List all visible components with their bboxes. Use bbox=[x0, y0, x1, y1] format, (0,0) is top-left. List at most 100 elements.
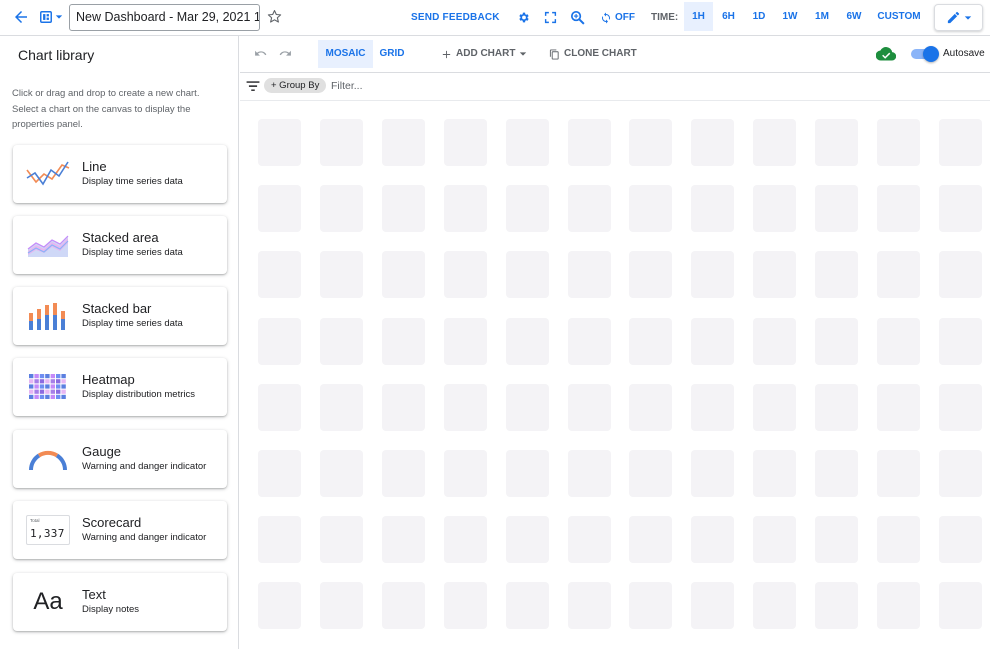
canvas-grid-cell[interactable] bbox=[319, 119, 363, 166]
back-arrow-icon[interactable] bbox=[12, 8, 30, 26]
chart-card-line[interactable]: Line Display time series data bbox=[13, 145, 227, 203]
canvas-grid-cell[interactable] bbox=[753, 317, 797, 365]
canvas-grid-cell[interactable] bbox=[938, 450, 982, 497]
canvas-grid-cell[interactable] bbox=[319, 516, 363, 564]
canvas-grid-cell[interactable] bbox=[877, 450, 920, 497]
time-option-1d[interactable]: 1D bbox=[747, 2, 771, 31]
canvas-grid-cell[interactable] bbox=[815, 516, 859, 564]
canvas-grid-cell[interactable] bbox=[938, 185, 982, 233]
time-option-1w[interactable]: 1W bbox=[777, 2, 803, 31]
canvas-grid-cell[interactable] bbox=[753, 516, 797, 564]
chart-card-heatmap[interactable]: Heatmap Display distribution metrics bbox=[13, 358, 227, 416]
canvas-grid-cell[interactable] bbox=[505, 251, 549, 299]
canvas-grid-cell[interactable] bbox=[567, 516, 611, 564]
canvas-grid-cell[interactable] bbox=[691, 582, 735, 630]
canvas-grid-cell[interactable] bbox=[505, 383, 549, 431]
clone-chart-button[interactable]: CLONE CHART bbox=[549, 40, 637, 68]
chart-card-stacked-area[interactable]: Stacked area Display time series data bbox=[13, 216, 227, 274]
settings-gear-icon[interactable] bbox=[517, 11, 530, 24]
time-option-custom[interactable]: CUSTOM bbox=[874, 2, 924, 31]
canvas-grid-cell[interactable] bbox=[877, 185, 920, 233]
canvas-grid-cell[interactable] bbox=[815, 119, 859, 166]
time-option-1h[interactable]: 1H bbox=[684, 2, 713, 31]
star-icon[interactable] bbox=[267, 9, 282, 24]
dashboard-canvas[interactable] bbox=[240, 101, 990, 649]
canvas-grid-cell[interactable] bbox=[505, 317, 549, 365]
canvas-grid-cell[interactable] bbox=[629, 516, 673, 564]
redo-icon[interactable] bbox=[279, 47, 292, 60]
canvas-grid-cell[interactable] bbox=[938, 119, 982, 166]
canvas-grid-cell[interactable] bbox=[258, 516, 301, 564]
canvas-grid-cell[interactable] bbox=[629, 251, 673, 299]
canvas-grid-cell[interactable] bbox=[877, 251, 920, 299]
canvas-grid-cell[interactable] bbox=[319, 317, 363, 365]
canvas-grid-cell[interactable] bbox=[381, 119, 425, 166]
canvas-grid-cell[interactable] bbox=[567, 185, 611, 233]
group-by-chip[interactable]: + Group By bbox=[264, 78, 327, 93]
canvas-grid-cell[interactable] bbox=[505, 450, 549, 497]
canvas-grid-cell[interactable] bbox=[629, 450, 673, 497]
canvas-grid-cell[interactable] bbox=[629, 119, 673, 166]
canvas-grid-cell[interactable] bbox=[938, 317, 982, 365]
canvas-grid-cell[interactable] bbox=[567, 251, 611, 299]
canvas-grid-cell[interactable] bbox=[691, 317, 735, 365]
canvas-grid-cell[interactable] bbox=[629, 185, 673, 233]
edit-mode-button[interactable] bbox=[934, 4, 983, 31]
canvas-grid-cell[interactable] bbox=[815, 582, 859, 630]
canvas-grid-cell[interactable] bbox=[629, 317, 673, 365]
canvas-grid-cell[interactable] bbox=[753, 383, 797, 431]
canvas-grid-cell[interactable] bbox=[443, 383, 487, 431]
canvas-grid-cell[interactable] bbox=[753, 119, 797, 166]
chart-card-stacked-bar[interactable]: Stacked bar Display time series data bbox=[13, 287, 227, 345]
canvas-grid-cell[interactable] bbox=[258, 582, 301, 630]
canvas-grid-cell[interactable] bbox=[691, 185, 735, 233]
canvas-grid-cell[interactable] bbox=[815, 450, 859, 497]
canvas-grid-cell[interactable] bbox=[629, 383, 673, 431]
canvas-grid-cell[interactable] bbox=[443, 450, 487, 497]
add-chart-button[interactable]: ADD CHART bbox=[441, 40, 527, 68]
canvas-grid-cell[interactable] bbox=[753, 582, 797, 630]
canvas-grid-cell[interactable] bbox=[753, 185, 797, 233]
time-option-6w[interactable]: 6W bbox=[841, 2, 867, 31]
canvas-grid-cell[interactable] bbox=[443, 317, 487, 365]
chart-card-scorecard[interactable]: Total 1,337 Scorecard Warning and danger… bbox=[13, 501, 227, 559]
canvas-grid-cell[interactable] bbox=[938, 251, 982, 299]
canvas-grid-cell[interactable] bbox=[877, 582, 920, 630]
layout-mosaic-button[interactable]: MOSAIC bbox=[318, 40, 373, 68]
canvas-grid-cell[interactable] bbox=[938, 516, 982, 564]
auto-refresh-button[interactable]: OFF bbox=[600, 0, 635, 35]
canvas-grid-cell[interactable] bbox=[877, 317, 920, 365]
canvas-grid-cell[interactable] bbox=[505, 185, 549, 233]
canvas-grid-cell[interactable] bbox=[567, 317, 611, 365]
zoom-search-icon[interactable] bbox=[569, 9, 586, 26]
canvas-grid-cell[interactable] bbox=[258, 383, 301, 431]
canvas-grid-cell[interactable] bbox=[443, 251, 487, 299]
canvas-grid-cell[interactable] bbox=[629, 582, 673, 630]
canvas-grid-cell[interactable] bbox=[258, 450, 301, 497]
canvas-grid-cell[interactable] bbox=[877, 119, 920, 166]
canvas-grid-cell[interactable] bbox=[258, 119, 301, 166]
canvas-grid-cell[interactable] bbox=[381, 383, 425, 431]
canvas-grid-cell[interactable] bbox=[443, 119, 487, 166]
canvas-grid-cell[interactable] bbox=[938, 383, 982, 431]
canvas-grid-cell[interactable] bbox=[319, 383, 363, 431]
canvas-grid-cell[interactable] bbox=[258, 251, 301, 299]
canvas-grid-cell[interactable] bbox=[877, 516, 920, 564]
canvas-grid-cell[interactable] bbox=[691, 251, 735, 299]
layout-grid-button[interactable]: GRID bbox=[376, 40, 408, 68]
canvas-grid-cell[interactable] bbox=[567, 383, 611, 431]
canvas-grid-cell[interactable] bbox=[753, 450, 797, 497]
fullscreen-icon[interactable] bbox=[544, 11, 557, 24]
canvas-grid-cell[interactable] bbox=[815, 251, 859, 299]
canvas-grid-cell[interactable] bbox=[381, 582, 425, 630]
canvas-grid-cell[interactable] bbox=[815, 317, 859, 365]
canvas-grid-cell[interactable] bbox=[319, 251, 363, 299]
autosave-toggle[interactable] bbox=[911, 46, 939, 62]
canvas-grid-cell[interactable] bbox=[877, 383, 920, 431]
canvas-grid-cell[interactable] bbox=[319, 450, 363, 497]
canvas-grid-cell[interactable] bbox=[505, 582, 549, 630]
canvas-grid-cell[interactable] bbox=[258, 317, 301, 365]
undo-icon[interactable] bbox=[254, 47, 267, 60]
time-option-6h[interactable]: 6H bbox=[716, 2, 741, 31]
canvas-grid-cell[interactable] bbox=[691, 119, 735, 166]
